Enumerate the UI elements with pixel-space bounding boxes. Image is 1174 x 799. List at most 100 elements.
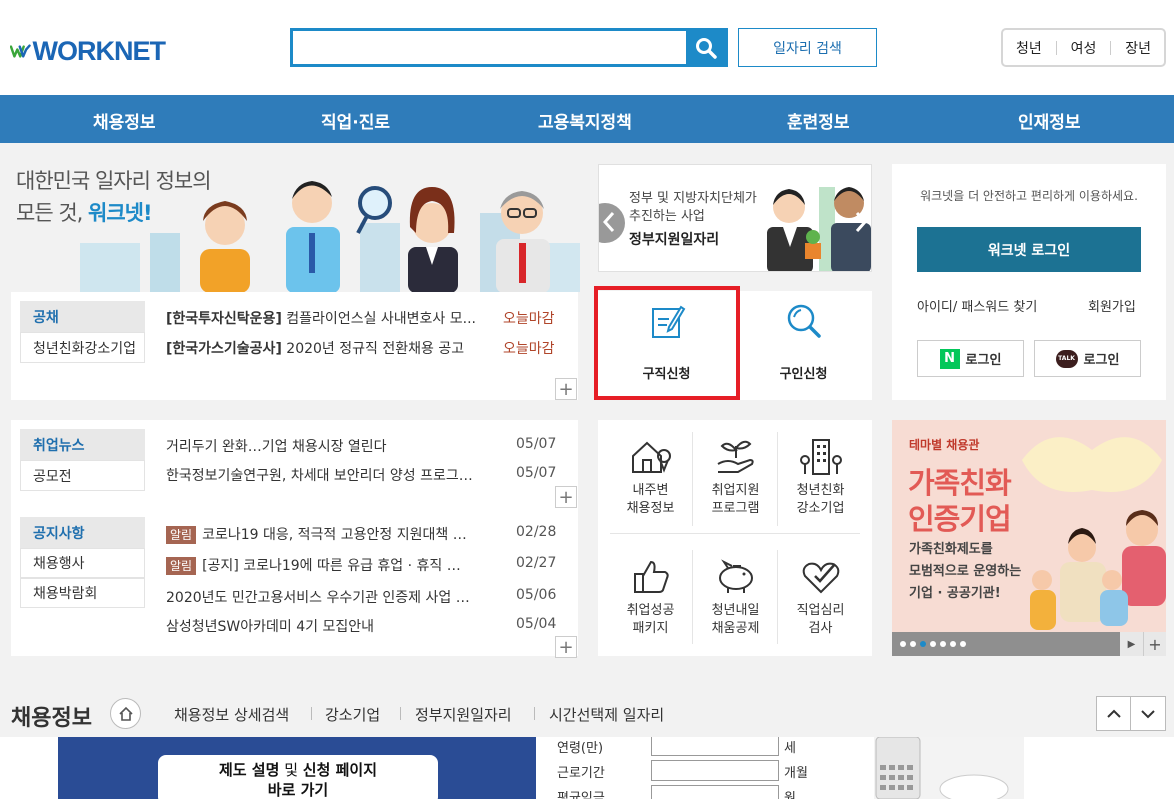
age-input[interactable]: [651, 737, 779, 756]
deadline-badge: 오늘마감: [503, 311, 555, 327]
form-label: 연령(만): [557, 741, 604, 756]
bottom-content: 제도 설명 및 신청 페이지 바로 가기 연령(만) 세 근로기간 개월 평균임…: [0, 737, 1174, 799]
kakao-talk-icon: TALK: [1055, 349, 1078, 368]
menu-label: 채용정보: [626, 501, 675, 516]
piggy-bank-icon: [714, 552, 758, 602]
theme-label: 테마별 채용관: [909, 438, 980, 452]
more-plus-icon[interactable]: +: [555, 486, 577, 508]
menu-label: 청년내일: [711, 603, 760, 618]
tab-job-news[interactable]: 취업뉴스: [20, 429, 145, 460]
menu-label: 검사: [808, 621, 833, 636]
kakao-login-label: 로그인: [1083, 353, 1120, 368]
section-link-small-giant[interactable]: 강소기업: [325, 704, 380, 725]
list-item[interactable]: 삼성청년SW아카데미 4기 모집안내: [166, 616, 374, 636]
target-tab-senior[interactable]: 장년: [1125, 38, 1151, 58]
more-plus-icon[interactable]: +: [555, 636, 577, 658]
item-date: 02/27: [516, 555, 557, 571]
list-item[interactable]: [한국가스기술공사] 2020년 정규직 전환채용 공고: [166, 338, 464, 358]
worknet-logo[interactable]: WORKNET: [10, 34, 166, 68]
job-offer-button[interactable]: 구인신청: [735, 291, 872, 400]
naver-login-button[interactable]: N 로그인: [917, 340, 1024, 377]
kakao-login-button[interactable]: TALK 로그인: [1034, 340, 1141, 377]
period-input[interactable]: [651, 760, 779, 781]
scroll-up-button[interactable]: [1096, 696, 1131, 731]
tab-hiring-event[interactable]: 채용행사: [20, 548, 145, 578]
hiring-box: 공채 청년친화강소기업 [한국투자신탁운용] 컴플라이언스실 사내변호사 모..…: [11, 292, 578, 400]
search-box: [290, 28, 728, 67]
theme-banner[interactable]: 테마별 채용관 가족친화 인증기업 가족친화제도를 모범적으로 운영하는 기업 …: [892, 420, 1166, 656]
tab-public-hiring[interactable]: 공채: [20, 301, 145, 332]
form-label: 근로기간: [557, 766, 605, 781]
job-search-button[interactable]: 일자리 검색: [738, 28, 877, 67]
list-item[interactable]: 거리두기 완화…기업 채용시장 열린다: [166, 436, 387, 456]
menu-label: 강소기업: [796, 501, 845, 516]
tab-notice[interactable]: 공지사항: [20, 517, 145, 548]
theme-desc-line1: 가족친화제도를: [909, 542, 993, 557]
menu-nearby-jobs[interactable]: 내주변 채용정보: [608, 420, 693, 528]
gov-banner-line1: 정부 및 지방자치단체가: [629, 191, 757, 206]
gov-job-banner[interactable]: 정부 및 지방자치단체가 추진하는 사업 정부지원일자리: [598, 164, 872, 272]
target-tab-youth[interactable]: 청년: [1016, 38, 1042, 58]
nav-item-talent[interactable]: 인재정보: [1018, 108, 1081, 133]
menu-employment-package[interactable]: 취업성공 패키지: [608, 540, 693, 648]
policy-banner-button[interactable]: 제도 설명 및 신청 페이지 바로 가기: [158, 755, 438, 799]
more-plus-icon[interactable]: +: [555, 378, 577, 400]
nav-item-recruit[interactable]: 채용정보: [93, 108, 156, 133]
calculator-icon: [875, 737, 1009, 799]
search-input[interactable]: [293, 31, 689, 64]
divider: [534, 707, 535, 720]
home-icon: [118, 706, 133, 721]
family-illustration: [1022, 437, 1166, 630]
theme-desc-line3: 기업 · 공공기관!: [909, 586, 1001, 601]
scroll-down-button[interactable]: [1131, 696, 1166, 731]
list-item[interactable]: 2020년도 민간고용서비스 우수기관 인증제 사업 …: [166, 587, 470, 607]
list-item[interactable]: 한국정보기술연구원, 차세대 보안리더 양성 프로그…: [166, 465, 473, 485]
carousel-dot-active[interactable]: [920, 641, 926, 647]
heart-check-icon: [799, 552, 843, 602]
main-nav: 채용정보 직업·진로 고용복지정책 훈련정보 인재정보: [0, 95, 1174, 143]
form-unit: 원: [784, 791, 796, 799]
worknet-login-button[interactable]: 워크넷 로그인: [917, 227, 1141, 272]
play-icon[interactable]: ▶: [1120, 632, 1143, 656]
tab-youth-friendly[interactable]: 청년친화강소기업: [20, 332, 145, 363]
header: WORKNET 일자리 검색 청년 여성 장년: [0, 0, 1174, 95]
tab-contest[interactable]: 공모전: [20, 460, 145, 491]
carousel-dot[interactable]: [900, 641, 906, 647]
join-link[interactable]: 회원가입: [1088, 296, 1136, 315]
carousel-dot[interactable]: [940, 641, 946, 647]
find-account-link[interactable]: 아이디/ 패스워드 찾기: [917, 296, 1037, 315]
nav-item-career[interactable]: 직업·진로: [321, 108, 390, 133]
chevron-right-icon[interactable]: [855, 211, 867, 233]
item-date: 05/07: [516, 436, 557, 452]
menu-youth-savings[interactable]: 청년내일 채움공제: [693, 540, 778, 648]
tab-job-fair[interactable]: 채용박람회: [20, 578, 145, 608]
carousel-dot[interactable]: [960, 641, 966, 647]
chevron-down-icon: [1141, 709, 1155, 718]
list-item[interactable]: 알림 [공지] 코로나19에 따른 유급 휴업 · 휴직 …: [166, 555, 461, 575]
carousel-dot[interactable]: [930, 641, 936, 647]
theme-desc-line2: 모범적으로 운영하는: [909, 564, 1022, 579]
section-link-detail-search[interactable]: 채용정보 상세검색: [174, 704, 289, 725]
menu-label: 청년친화: [796, 483, 845, 498]
home-button[interactable]: [110, 698, 141, 729]
carousel-dot[interactable]: [950, 641, 956, 647]
menu-youth-friendly-company[interactable]: 청년친화 강소기업: [778, 420, 863, 528]
section-link-gov-jobs[interactable]: 정부지원일자리: [415, 704, 512, 725]
list-item[interactable]: [한국투자신탁운용] 컴플라이언스실 사내변호사 모...: [166, 308, 476, 328]
section-link-parttime[interactable]: 시간선택제 일자리: [549, 704, 664, 725]
menu-job-support-program[interactable]: 취업지원 프로그램: [693, 420, 778, 528]
list-item[interactable]: 알림 코로나19 대응, 적극적 고용안정 지원대책 …: [166, 524, 467, 544]
naver-icon: N: [939, 348, 960, 369]
search-button[interactable]: [686, 31, 725, 64]
carousel-dot[interactable]: [910, 641, 916, 647]
nav-item-training[interactable]: 훈련정보: [787, 108, 850, 133]
more-plus-icon[interactable]: +: [1143, 632, 1166, 656]
menu-psych-test[interactable]: 직업심리 검사: [778, 540, 863, 648]
target-tab-women[interactable]: 여성: [1071, 38, 1097, 58]
hero-illustration: [80, 181, 580, 292]
wage-input[interactable]: [651, 785, 779, 799]
section-title: 채용정보: [11, 706, 92, 731]
notice-tag: 알림: [166, 557, 197, 575]
nav-item-welfare[interactable]: 고용복지정책: [538, 108, 632, 133]
logo-mark-icon: [10, 44, 31, 58]
